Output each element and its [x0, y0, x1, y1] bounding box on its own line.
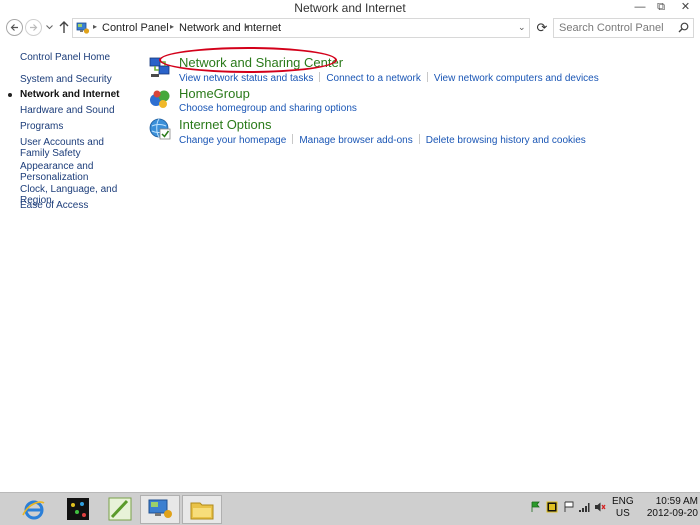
network-signal-icon[interactable]: [578, 501, 590, 513]
internet-explorer-icon: [22, 500, 45, 520]
taskbar-internet-explorer[interactable]: [14, 495, 54, 524]
security-shield-icon[interactable]: [546, 501, 558, 513]
forward-arrow-icon: [30, 24, 38, 31]
view-network-computers-link[interactable]: View network computers and devices: [434, 73, 599, 84]
sidebar-item-ease-of-access[interactable]: Ease of Access: [20, 200, 130, 211]
manage-addons-link[interactable]: Manage browser add-ons: [299, 135, 412, 146]
back-button[interactable]: [6, 19, 23, 36]
up-arrow-icon[interactable]: [58, 20, 70, 34]
search-icon[interactable]: [678, 22, 689, 33]
language-indicator[interactable]: ENG US: [612, 496, 634, 520]
homegroup-icon: [150, 90, 170, 108]
internet-options-link[interactable]: Internet Options: [179, 117, 272, 132]
highlight-ellipse: [159, 47, 337, 73]
sidebar-item-system-and-security[interactable]: System and Security: [20, 74, 130, 85]
sidebar-item-programs[interactable]: Programs: [20, 121, 130, 132]
restore-button[interactable]: ⧉: [650, 0, 672, 14]
volume-muted-icon[interactable]: [594, 501, 606, 513]
title-bar: Network and Internet — ⧉ ✕: [0, 0, 700, 16]
sidebar-item-appearance-and-personalization[interactable]: Appearance and Personalization: [20, 161, 130, 183]
navigation-bar: ▸ Control Panel ▸ Network and Internet ▸…: [0, 17, 700, 39]
sidebar-item-network-and-internet: Network and Internet: [20, 89, 120, 100]
internet-options-links: Change your homepage Manage browser add-o…: [179, 134, 586, 146]
taskbar-file-explorer[interactable]: [182, 495, 222, 524]
recent-locations-icon[interactable]: [45, 22, 54, 32]
taskbar-notepad[interactable]: [100, 495, 140, 524]
taskbar-command-prompt[interactable]: [58, 495, 98, 524]
system-clock[interactable]: 10:59 AM 2012-09-20: [640, 496, 698, 520]
breadcrumb-separator: ▸: [245, 22, 250, 31]
view-network-status-link[interactable]: View network status and tasks: [179, 73, 313, 84]
keyboard-layout: US: [615, 508, 630, 519]
taskbar-control-panel[interactable]: [140, 495, 180, 524]
close-button[interactable]: ✕: [671, 0, 700, 14]
search-input[interactable]: [553, 18, 694, 38]
taskbar: ENG US 10:59 AM 2012-09-20: [0, 492, 700, 525]
sidebar-item-user-accounts[interactable]: User Accounts and Family Safety: [20, 137, 130, 159]
link-separator: [418, 134, 420, 144]
breadcrumb-separator: ▸: [170, 22, 175, 31]
minimize-button[interactable]: —: [629, 0, 651, 14]
current-item-bullet: [8, 93, 12, 97]
window-title: Network and Internet: [294, 1, 406, 15]
control-panel-icon: [76, 22, 90, 34]
notification-flag-icon[interactable]: [563, 501, 575, 513]
homegroup-links: Choose homegroup and sharing options: [179, 103, 357, 114]
breadcrumb-separator: ▸: [93, 22, 98, 31]
address-bar[interactable]: ▸ Control Panel ▸ Network and Internet ▸…: [72, 18, 530, 38]
file-explorer-icon: [190, 502, 214, 520]
control-panel-icon: [148, 499, 172, 518]
internet-options-icon: [149, 118, 171, 140]
refresh-button[interactable]: ⟳: [533, 19, 551, 37]
clock-time: 10:59 AM: [655, 496, 698, 507]
sidebar-item-hardware-and-sound[interactable]: Hardware and Sound: [20, 105, 130, 116]
command-prompt-icon: [67, 498, 89, 520]
choose-homegroup-options-link[interactable]: Choose homegroup and sharing options: [179, 103, 357, 114]
change-homepage-link[interactable]: Change your homepage: [179, 135, 286, 146]
link-separator: [292, 134, 294, 144]
sidebar-item-control-panel-home[interactable]: Control Panel Home: [20, 52, 130, 63]
connect-to-network-link[interactable]: Connect to a network: [326, 73, 421, 84]
breadcrumb-network-and-internet[interactable]: Network and Internet: [179, 22, 281, 34]
forward-button[interactable]: [25, 19, 42, 36]
clock-date: 2012-09-20: [646, 508, 698, 519]
link-separator: [319, 72, 321, 82]
back-arrow-icon: [10, 24, 18, 31]
delete-browsing-history-link[interactable]: Delete browsing history and cookies: [426, 135, 586, 146]
address-dropdown-icon[interactable]: ⌄: [518, 22, 526, 33]
action-center-flag-icon[interactable]: [530, 501, 542, 513]
breadcrumb-control-panel[interactable]: Control Panel: [102, 22, 169, 34]
link-separator: [426, 72, 428, 82]
language-code: ENG: [612, 496, 634, 507]
notepad-icon: [108, 497, 132, 521]
homegroup-link[interactable]: HomeGroup: [179, 86, 250, 101]
network-links: View network status and tasks Connect to …: [179, 72, 599, 84]
